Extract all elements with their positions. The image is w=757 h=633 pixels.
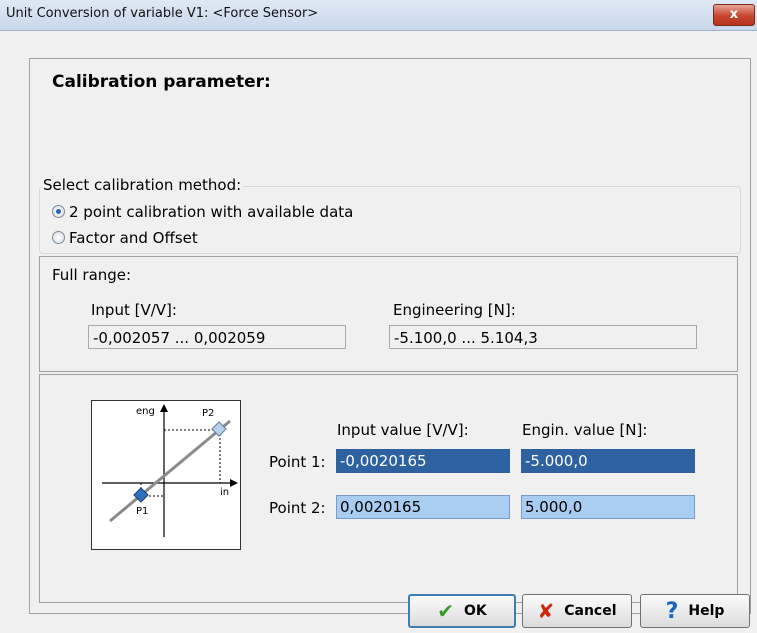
help-question-icon: ? (665, 598, 679, 624)
cancel-x-icon: ✘ (537, 599, 555, 623)
checkmark-icon: ✔ (437, 599, 454, 623)
point-2-label: Point 2: (269, 499, 326, 517)
input-range-field: -0,002057 ... 0,002059 (88, 325, 346, 349)
radio-checked-icon[interactable] (52, 205, 65, 218)
radio-two-point[interactable]: 2 point calibration with available data (52, 203, 353, 223)
ok-button-label: OK (464, 603, 487, 619)
ok-button[interactable]: ✔ OK (408, 594, 516, 628)
radio-two-point-label: 2 point calibration with available data (69, 203, 354, 221)
calibration-diagram-svg (102, 404, 238, 537)
p2-label: P2 (202, 408, 215, 419)
y-axis-label: eng (136, 406, 155, 417)
page-title: Calibration parameter: (52, 72, 271, 92)
engineering-range-label: Engineering [N]: (393, 301, 516, 319)
radio-factor-offset[interactable]: Factor and Offset (52, 229, 198, 249)
point-2-input-field[interactable]: 0,0020165 (336, 495, 510, 519)
point-1-label: Point 1: (269, 453, 326, 471)
x-axis-label: in (220, 487, 230, 498)
full-range-label: Full range: (52, 266, 132, 284)
cancel-button[interactable]: ✘ Cancel (522, 594, 632, 628)
window-title: Unit Conversion of variable V1: <Force S… (6, 6, 319, 21)
point-1-input-field[interactable]: -0,0020165 (336, 449, 510, 473)
calibration-method-legend: Select calibration method: (41, 176, 244, 194)
title-bar: Unit Conversion of variable V1: <Force S… (0, 0, 757, 31)
input-value-header: Input value [V/V]: (337, 421, 469, 439)
p1-label: P1 (136, 506, 149, 517)
close-button[interactable]: x (713, 4, 755, 26)
cancel-button-label: Cancel (564, 603, 617, 619)
engineering-range-field: -5.100,0 ... 5.104,3 (389, 325, 697, 349)
calibration-diagram: eng in P2 P1 (91, 400, 241, 550)
help-button-label: Help (688, 603, 725, 619)
input-range-label: Input [V/V]: (91, 301, 177, 319)
help-button[interactable]: ? Help (640, 594, 750, 628)
point-1-engin-field[interactable]: -5.000,0 (521, 449, 695, 473)
engin-value-header: Engin. value [N]: (522, 421, 648, 439)
radio-factor-offset-label: Factor and Offset (69, 229, 198, 247)
radio-unchecked-icon[interactable] (52, 231, 65, 244)
point-2-engin-field[interactable]: 5.000,0 (521, 495, 695, 519)
close-icon: x (729, 7, 739, 22)
